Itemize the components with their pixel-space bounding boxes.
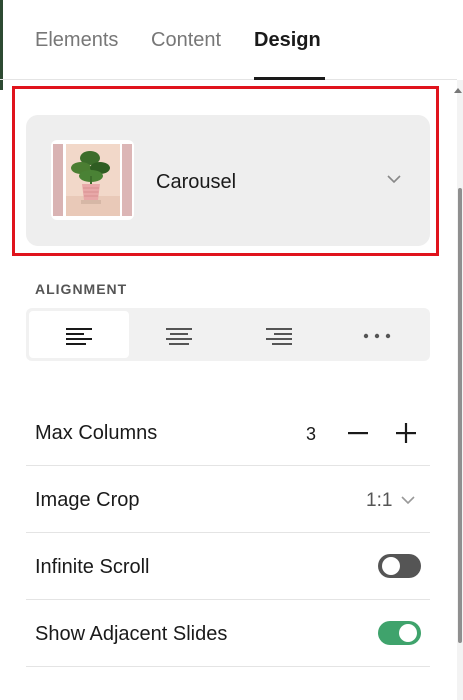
tab-elements[interactable]: Elements [35,29,118,52]
thumbnail-main-slide [66,144,120,216]
tab-design[interactable]: Design [254,29,321,52]
scrollbar[interactable] [457,80,463,700]
adjacent-slides-label: Show Adjacent Slides [35,623,228,645]
infinite-scroll-label: Infinite Scroll [35,556,150,578]
align-center-icon [166,328,192,345]
align-center-button[interactable] [129,311,229,358]
image-crop-value[interactable]: 1:1 [366,490,392,512]
thumbnail-left-slide [53,144,63,216]
max-columns-label: Max Columns [35,422,158,444]
toggle-knob [399,624,417,642]
more-icon [363,333,391,339]
image-crop-label: Image Crop [35,489,140,511]
alignment-heading: ALIGNMENT [35,281,128,297]
layout-name: Carousel [156,171,237,193]
infinite-scroll-toggle[interactable] [378,554,421,578]
panel-tabs: Elements Content Design [0,0,457,80]
infinite-scroll-row: Infinite Scroll [26,533,430,600]
align-left-icon [66,328,92,345]
tab-content[interactable]: Content [151,29,221,52]
plus-icon[interactable] [392,419,420,447]
align-right-button[interactable] [229,311,329,358]
adjacent-slides-toggle[interactable] [378,621,421,645]
thumbnail-right-slide [122,144,132,216]
scrollbar-thumb[interactable] [458,188,462,643]
layout-thumbnail [51,140,134,220]
image-crop-row[interactable]: Image Crop 1:1 [26,466,430,533]
align-left-button[interactable] [29,311,129,358]
minus-icon[interactable] [344,419,372,447]
layout-selector[interactable]: Carousel [26,115,430,246]
more-options-button[interactable] [327,311,427,358]
max-columns-value: 3 [306,424,317,444]
active-tab-indicator [254,77,325,80]
max-columns-row: Max Columns 3 [26,399,430,466]
alignment-control [26,308,430,361]
chevron-down-icon[interactable] [386,174,402,184]
potted-plant-image [66,151,120,216]
chevron-down-icon[interactable] [400,495,416,505]
toggle-knob [382,557,400,575]
scroll-up-icon[interactable] [454,88,462,93]
align-right-icon [266,328,292,345]
adjacent-slides-row: Show Adjacent Slides [26,600,430,667]
